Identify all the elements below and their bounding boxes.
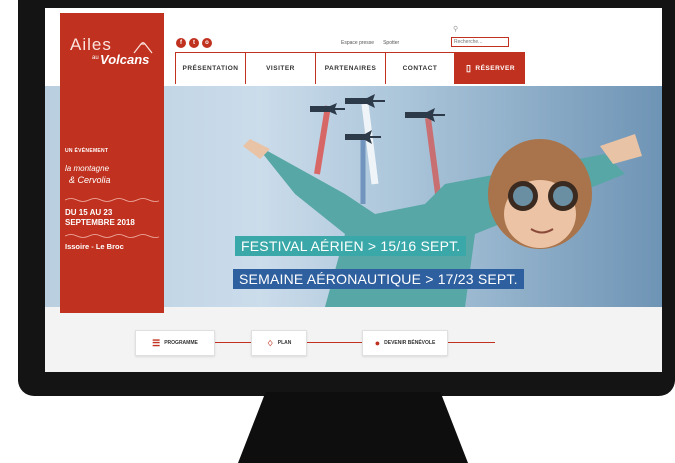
instagram-icon[interactable]: o	[202, 38, 212, 48]
search-icon[interactable]: ⚲	[453, 25, 458, 33]
search-input[interactable]	[451, 37, 509, 47]
top-links: Espace presse Spotter	[341, 40, 399, 46]
list-icon: ☰	[152, 337, 161, 348]
website-screen: f t o Espace presse Spotter ⚲ PRÉSENTATI…	[45, 8, 662, 372]
spotter-link[interactable]: Spotter	[383, 40, 399, 46]
main-nav: PRÉSENTATION VISITER PARTENAIRES CONTACT…	[175, 52, 525, 84]
programme-button[interactable]: ☰ PROGRAMME	[135, 330, 215, 356]
monitor-stand	[238, 392, 468, 463]
quick-links: ☰ PROGRAMME ♢ PLAN ● DEVENIR BÉNÉVOLE	[45, 307, 662, 372]
festival-banner[interactable]: FESTIVAL AÉRIEN > 15/16 SEPT.	[235, 236, 467, 256]
nav-reserver-label: RÉSERVER	[475, 65, 516, 72]
nav-visiter[interactable]: VISITER	[245, 53, 315, 84]
twitter-icon[interactable]: t	[189, 38, 199, 48]
volunteer-label: DEVENIR BÉNÉVOLE	[384, 340, 436, 346]
logo-text-au: au	[92, 55, 99, 61]
site-logo[interactable]: Ailes au Volcans	[70, 35, 158, 75]
nav-contact[interactable]: CONTACT	[385, 53, 455, 84]
wave-divider	[65, 198, 159, 202]
nav-reserver-button[interactable]: ▯ RÉSERVER	[455, 53, 525, 84]
facebook-icon[interactable]: f	[176, 38, 186, 48]
event-sidebar: Ailes au Volcans UN ÉVÉNEMENT la montagn…	[60, 13, 164, 313]
partner-line-1: la montagne	[65, 164, 110, 173]
programme-label: PROGRAMME	[164, 340, 198, 346]
ticket-icon: ▯	[465, 63, 472, 73]
nav-partenaires[interactable]: PARTENAIRES	[315, 53, 385, 84]
volcano-icon	[133, 42, 153, 54]
wave-divider	[65, 234, 159, 238]
week-banner[interactable]: SEMAINE AÉRONAUTIQUE > 17/23 SEPT.	[233, 269, 524, 289]
plan-button[interactable]: ♢ PLAN	[251, 330, 307, 356]
event-label: UN ÉVÉNEMENT	[65, 148, 109, 154]
plan-label: PLAN	[277, 340, 292, 346]
social-links: f t o	[176, 38, 212, 48]
press-link[interactable]: Espace presse	[341, 40, 374, 46]
partner-line-2: & Cervolia	[69, 175, 111, 185]
nav-presentation[interactable]: PRÉSENTATION	[175, 53, 245, 84]
map-icon: ♢	[266, 338, 274, 348]
event-dates: DU 15 AU 23 SEPTEMBRE 2018	[65, 208, 135, 228]
event-place: Issoire - Le Broc	[65, 242, 124, 251]
volunteer-button[interactable]: ● DEVENIR BÉNÉVOLE	[362, 330, 448, 356]
partner-logo: la montagne & Cervolia	[65, 164, 160, 194]
location-icon: ●	[374, 338, 381, 348]
jet-icon	[310, 94, 445, 144]
dates-line-2: SEPTEMBRE 2018	[65, 218, 135, 227]
monitor-mockup: f t o Espace presse Spotter ⚲ PRÉSENTATI…	[0, 0, 675, 463]
connector-line	[205, 342, 495, 343]
dates-line-1: DU 15 AU 23	[65, 208, 113, 217]
